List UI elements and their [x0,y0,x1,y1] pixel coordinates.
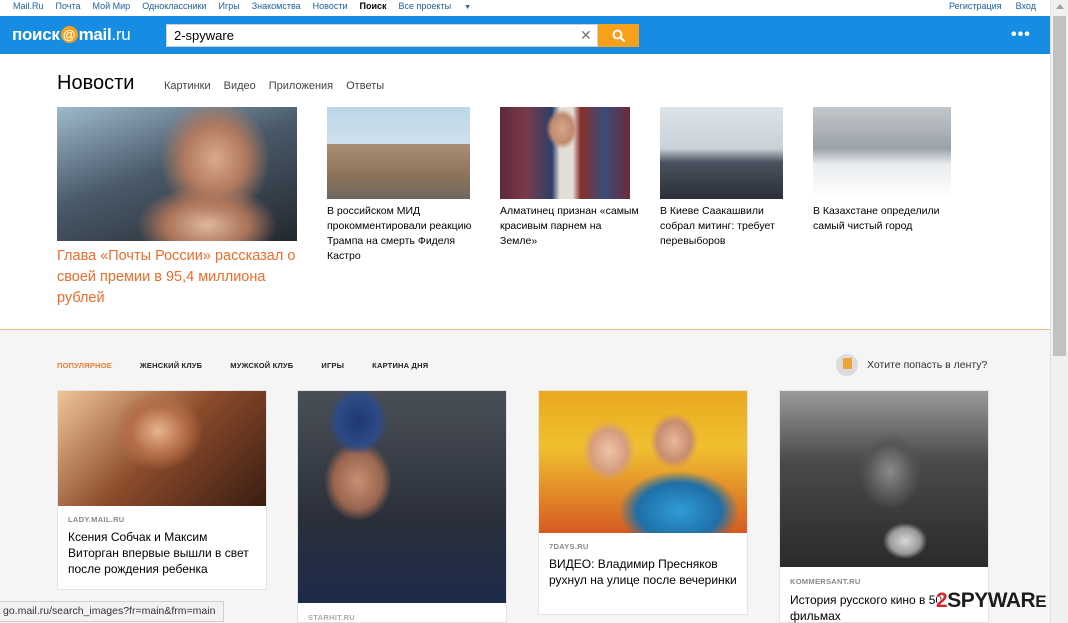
top-nav-links: Mail.Ru Почта Мой Мир Одноклассники Игры… [13,1,495,11]
nav-link-search[interactable]: Поиск [360,1,387,11]
feed-card-2[interactable]: STARHIT.RU [297,390,507,623]
feed-tab-games[interactable]: ИГРЫ [321,361,344,370]
feed-card-image [298,391,506,603]
scrollbar[interactable] [1050,0,1068,623]
feed-tabs: ПОПУЛЯРНОЕ ЖЕНСКИЙ КЛУБ МУЖСКОЙ КЛУБ ИГР… [57,361,456,370]
tab-apps[interactable]: Приложения [269,80,333,92]
scroll-up-arrow-icon[interactable] [1056,4,1064,9]
promo-text: Хотите попасть в ленту? [867,359,988,371]
feed-tab-picture-of-day[interactable]: КАРТИНА ДНЯ [372,361,428,370]
search-input[interactable] [166,24,598,47]
logo-part-mail: mail [78,25,112,44]
nav-link-mail[interactable]: Почта [56,1,81,11]
nav-link-all-projects[interactable]: Все проекты ▼ [399,1,483,11]
logo[interactable]: поиск @ mail.ru [12,25,131,45]
watermark-e: E [1035,592,1047,611]
feed-card-title: ВИДЕО: Владимир Пресняков рухнул на улиц… [549,557,737,587]
news-headline-2[interactable]: Алматинец признан «самым красивым парнем… [500,204,640,249]
news-image-3[interactable] [660,107,783,199]
feed-card-3[interactable]: 7DAYS.RU ВИДЕО: Владимир Пресняков рухну… [538,390,748,615]
top-nav-account: Регистрация Вход [949,1,1036,11]
feed-promo[interactable]: Хотите попасть в ленту? [836,354,987,376]
promo-icon [836,354,858,376]
news-section-title[interactable]: Новости [57,72,134,95]
feed-card-image [539,391,747,533]
vertical-tabs: Картинки Видео Приложения Ответы [164,80,397,92]
main-news-image[interactable] [57,107,297,241]
tab-images[interactable]: Картинки [164,80,211,92]
nav-link-dating[interactable]: Знакомства [252,1,301,11]
login-link[interactable]: Вход [1016,1,1036,11]
register-link[interactable]: Регистрация [949,1,1002,11]
nav-link-mailru[interactable]: Mail.Ru [13,1,44,11]
logo-part-poisk: поиск [12,25,60,44]
scrollbar-thumb[interactable] [1053,16,1066,356]
top-nav: Mail.Ru Почта Мой Мир Одноклассники Игры… [0,0,1050,16]
feed-card-source: STARHIT.RU [308,613,356,622]
news-image-4[interactable] [813,107,951,199]
nav-link-news[interactable]: Новости [313,1,348,11]
feed-card-source: LADY.MAIL.RU [68,515,125,524]
news-image-1[interactable] [327,107,470,199]
feed-card-source: KOMMERSANT.RU [790,577,861,586]
nav-link-my-world[interactable]: Мой Мир [93,1,131,11]
search-button[interactable] [598,24,639,47]
search-header: поиск@mail.ru ✕ ••• [0,16,1050,54]
tab-video[interactable]: Видео [224,80,256,92]
news-headline-4[interactable]: В Казахстане определили самый чистый гор… [813,204,958,234]
nav-link-odnoklassniki[interactable]: Одноклассники [142,1,206,11]
logo-part-ru: .ru [111,25,131,44]
feed-card-1[interactable]: LADY.MAIL.RU Ксения Собчак и Максим Вито… [57,390,267,590]
feed-tab-womens-club[interactable]: ЖЕНСКИЙ КЛУБ [140,361,202,370]
feed-card-image [58,391,266,506]
main-news-headline[interactable]: Глава «Почты России» рассказал о своей п… [57,246,297,309]
clear-icon[interactable]: ✕ [580,28,592,42]
news-headline-1[interactable]: В российском МИД прокомментировали реакц… [327,204,477,264]
caret-down-icon: ▼ [464,4,471,11]
watermark-two: 2 [936,589,948,612]
feed-tab-popular[interactable]: ПОПУЛЯРНОЕ [57,361,112,370]
nav-link-games[interactable]: Игры [218,1,239,11]
nav-link-all-projects-label: Все проекты [398,1,452,11]
status-bar-url: go.mail.ru/search_images?fr=main&frm=mai… [0,601,225,622]
watermark-rest: SPYWAR [947,589,1036,612]
feed-card-image [780,391,988,567]
watermark-logo: 2SPYWARE [936,589,1047,613]
more-menu-icon[interactable]: ••• [1011,26,1031,44]
feed-card-source: 7DAYS.RU [549,542,589,551]
logo-at-icon: @ [60,26,78,43]
search-icon [612,29,625,42]
feed-tab-mens-club[interactable]: МУЖСКОЙ КЛУБ [230,361,293,370]
tab-answers[interactable]: Ответы [346,80,384,92]
feed-card-title: Ксения Собчак и Максим Виторган впервые … [68,530,249,576]
news-headline-3[interactable]: В Киеве Саакашвили собрал митинг: требуе… [660,204,795,249]
news-image-2[interactable] [500,107,630,199]
